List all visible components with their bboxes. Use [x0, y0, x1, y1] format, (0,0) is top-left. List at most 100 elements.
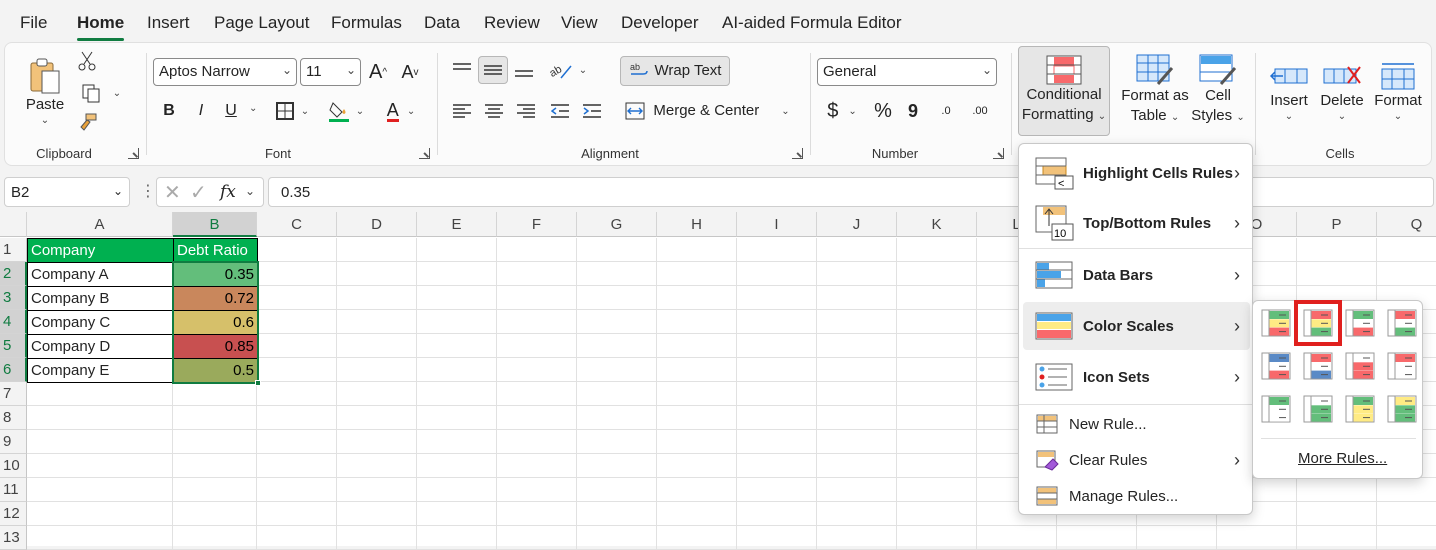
copy-button[interactable]: ⌄	[75, 81, 127, 105]
tab-developer[interactable]: Developer	[621, 13, 699, 33]
column-header-p[interactable]: P	[1297, 212, 1377, 237]
color-scale-option-8[interactable]	[1387, 352, 1417, 380]
grid-cell[interactable]	[737, 502, 817, 526]
grid-cell[interactable]	[417, 478, 497, 502]
percent-style-button[interactable]: %	[869, 97, 897, 125]
tab-review[interactable]: Review	[484, 13, 540, 33]
orientation-button[interactable]: ab ⌄	[545, 57, 591, 83]
grid-cell[interactable]	[577, 358, 657, 382]
column-header-c[interactable]: C	[257, 212, 337, 237]
grid-cell[interactable]	[737, 286, 817, 310]
grid-cell[interactable]	[417, 406, 497, 430]
grid-cell[interactable]	[497, 502, 577, 526]
grid-cell[interactable]	[337, 526, 417, 550]
row-header-11[interactable]: 11	[0, 478, 27, 502]
grid-cell[interactable]	[897, 310, 977, 334]
grid-cell[interactable]	[737, 358, 817, 382]
grid-cell[interactable]	[337, 286, 417, 310]
grid-cell[interactable]	[577, 526, 657, 550]
merge-center-button[interactable]: Merge & Center ⌄	[620, 97, 795, 125]
grid-cell[interactable]	[1297, 502, 1377, 526]
increase-decimal-button[interactable]: .0	[931, 97, 961, 125]
grid-cell[interactable]	[897, 430, 977, 454]
grid-cell[interactable]	[497, 286, 577, 310]
grid-cell[interactable]	[657, 286, 737, 310]
grid-cell[interactable]	[417, 430, 497, 454]
color-scale-option-9[interactable]	[1261, 395, 1291, 423]
grid-cell[interactable]	[897, 454, 977, 478]
font-launcher-icon[interactable]	[419, 148, 430, 159]
column-header-q[interactable]: Q	[1377, 212, 1436, 237]
column-header-d[interactable]: D	[337, 212, 417, 237]
grid-cell[interactable]	[577, 334, 657, 358]
grid-cell[interactable]	[577, 310, 657, 334]
grid-cell[interactable]	[577, 262, 657, 286]
grid-cell[interactable]	[817, 502, 897, 526]
grid-cell[interactable]	[417, 262, 497, 286]
grid-cell[interactable]	[497, 382, 577, 406]
grid-cell[interactable]	[577, 502, 657, 526]
grid-cell[interactable]	[577, 430, 657, 454]
grid-cell[interactable]	[817, 286, 897, 310]
delete-cells-button[interactable]: Delete ⌄	[1317, 49, 1367, 135]
grid-cell[interactable]	[27, 406, 173, 430]
grid-cell[interactable]	[737, 526, 817, 550]
increase-indent-button[interactable]	[579, 97, 605, 125]
grid-cell[interactable]	[817, 454, 897, 478]
menu-item-highlight-cells-rules[interactable]: < Highlight Cells Rules ›	[1023, 150, 1250, 196]
tab-view[interactable]: View	[561, 13, 598, 33]
grid-cell[interactable]	[257, 334, 337, 358]
grid-cell[interactable]	[173, 430, 257, 454]
conditional-formatting-button[interactable]: Conditional Formatting ⌄	[1018, 46, 1110, 136]
grid-cell[interactable]	[497, 430, 577, 454]
tab-insert[interactable]: Insert	[147, 13, 190, 33]
paste-button[interactable]: Paste ⌄	[23, 51, 67, 131]
fill-color-button[interactable]: ⌄	[323, 97, 369, 125]
enter-check-icon[interactable]: ✓	[190, 180, 207, 205]
grid-cell[interactable]	[337, 454, 417, 478]
grid-cell[interactable]	[1377, 238, 1436, 262]
grid-cell[interactable]	[1377, 502, 1436, 526]
grid-cell[interactable]	[417, 334, 497, 358]
column-header-e[interactable]: E	[417, 212, 497, 237]
number-launcher-icon[interactable]	[993, 148, 1004, 159]
grid-cell[interactable]	[817, 238, 897, 262]
formula-input[interactable]: 0.35	[268, 177, 1434, 207]
grid-cell[interactable]	[1297, 238, 1377, 262]
font-name-select[interactable]: Aptos Narrow ⌄	[153, 58, 297, 86]
color-scale-option-5[interactable]	[1261, 352, 1291, 380]
company-cell[interactable]: Company D	[27, 334, 174, 359]
insert-cells-button[interactable]: Insert ⌄	[1263, 49, 1315, 135]
wrap-text-button[interactable]: ab Wrap Text	[620, 56, 730, 86]
grid-cell[interactable]	[897, 406, 977, 430]
color-scale-option-10[interactable]	[1303, 395, 1333, 423]
company-cell[interactable]: Company B	[27, 286, 174, 311]
column-header-g[interactable]: G	[577, 212, 657, 237]
grid-cell[interactable]	[897, 358, 977, 382]
grid-cell[interactable]	[657, 310, 737, 334]
grid-cell[interactable]	[497, 358, 577, 382]
grid-cell[interactable]	[1297, 526, 1377, 550]
color-scale-option-3[interactable]	[1345, 309, 1375, 337]
accounting-format-button[interactable]: $ ⌄	[819, 97, 865, 125]
grid-cell[interactable]	[173, 526, 257, 550]
grid-cell[interactable]	[497, 262, 577, 286]
row-header-6[interactable]: 6	[0, 358, 27, 382]
grid-cell[interactable]	[27, 526, 173, 550]
color-scale-option-12[interactable]	[1387, 395, 1417, 423]
grid-cell[interactable]	[657, 334, 737, 358]
grid-cell[interactable]	[897, 334, 977, 358]
grid-cell[interactable]	[1377, 478, 1436, 502]
row-header-8[interactable]: 8	[0, 406, 27, 430]
menu-item-icon-sets[interactable]: Icon Sets ›	[1023, 354, 1250, 400]
grid-cell[interactable]	[657, 262, 737, 286]
tab-data[interactable]: Data	[424, 13, 460, 33]
grid-cell[interactable]	[897, 478, 977, 502]
grid-cell[interactable]	[27, 502, 173, 526]
debt-ratio-cell[interactable]: 0.6	[173, 310, 258, 335]
column-header-i[interactable]: I	[737, 212, 817, 237]
color-scale-option-7[interactable]	[1345, 352, 1375, 380]
grid-cell[interactable]	[577, 286, 657, 310]
clipboard-launcher-icon[interactable]	[128, 148, 139, 159]
grid-cell[interactable]	[27, 478, 173, 502]
